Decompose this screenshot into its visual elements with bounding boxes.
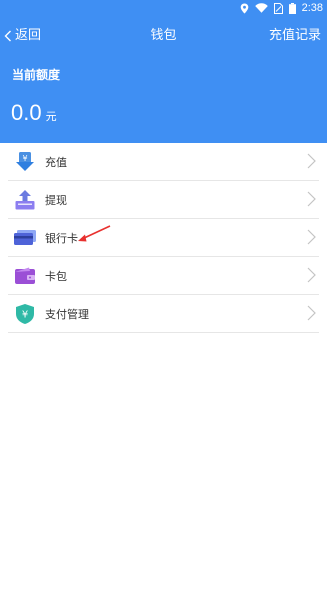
chevron-left-icon [4, 30, 12, 42]
status-time: 2:38 [301, 2, 323, 14]
menu-item-label: 充值 [45, 155, 67, 169]
menu-item-withdraw[interactable]: 提现 [8, 181, 319, 219]
chevron-right-icon [307, 153, 316, 169]
wifi-icon [254, 3, 268, 13]
menu-item-label: 支付管理 [45, 307, 89, 321]
balance-value: 0.0 元 [11, 99, 57, 127]
nav-bar: 返回 钱包 充值记录 [0, 22, 327, 50]
balance-unit: 元 [45, 110, 57, 123]
battery-icon [288, 2, 296, 14]
wallet-menu: ¥ 充值 提现 银行卡 卡包 ¥ 支付管理 [0, 143, 327, 333]
balance-label: 当前额度 [12, 68, 61, 82]
back-button[interactable]: 返回 [4, 24, 41, 48]
wallet-header: 2:38 返回 钱包 充值记录 当前额度 0.0 元 [0, 0, 327, 143]
chevron-right-icon [307, 229, 316, 245]
menu-item-label: 卡包 [45, 269, 67, 283]
bank-card-icon [14, 227, 36, 249]
recharge-records-button[interactable]: 充值记录 [269, 24, 321, 48]
status-bar: 2:38 [0, 0, 327, 16]
status-icons: 2:38 [240, 1, 323, 15]
menu-item-label: 提现 [45, 193, 67, 207]
menu-item-card-wallet[interactable]: 卡包 [8, 257, 319, 295]
svg-text:¥: ¥ [22, 309, 28, 320]
chevron-right-icon [307, 267, 316, 283]
balance-amount: 0.0 [11, 100, 42, 125]
menu-item-recharge[interactable]: ¥ 充值 [8, 143, 319, 181]
chevron-right-icon [307, 191, 316, 207]
menu-item-bank-card[interactable]: 银行卡 [8, 219, 319, 257]
chevron-right-icon [307, 305, 316, 321]
location-icon [240, 3, 249, 14]
svg-text:¥: ¥ [22, 154, 27, 163]
menu-item-payment-management[interactable]: ¥ 支付管理 [8, 295, 319, 333]
back-label: 返回 [15, 28, 42, 43]
sim-icon [273, 2, 283, 14]
menu-item-label: 银行卡 [45, 231, 78, 245]
payment-shield-icon: ¥ [14, 303, 36, 325]
recharge-icon: ¥ [14, 151, 36, 173]
card-wallet-icon [14, 265, 36, 287]
withdraw-icon [14, 189, 36, 211]
